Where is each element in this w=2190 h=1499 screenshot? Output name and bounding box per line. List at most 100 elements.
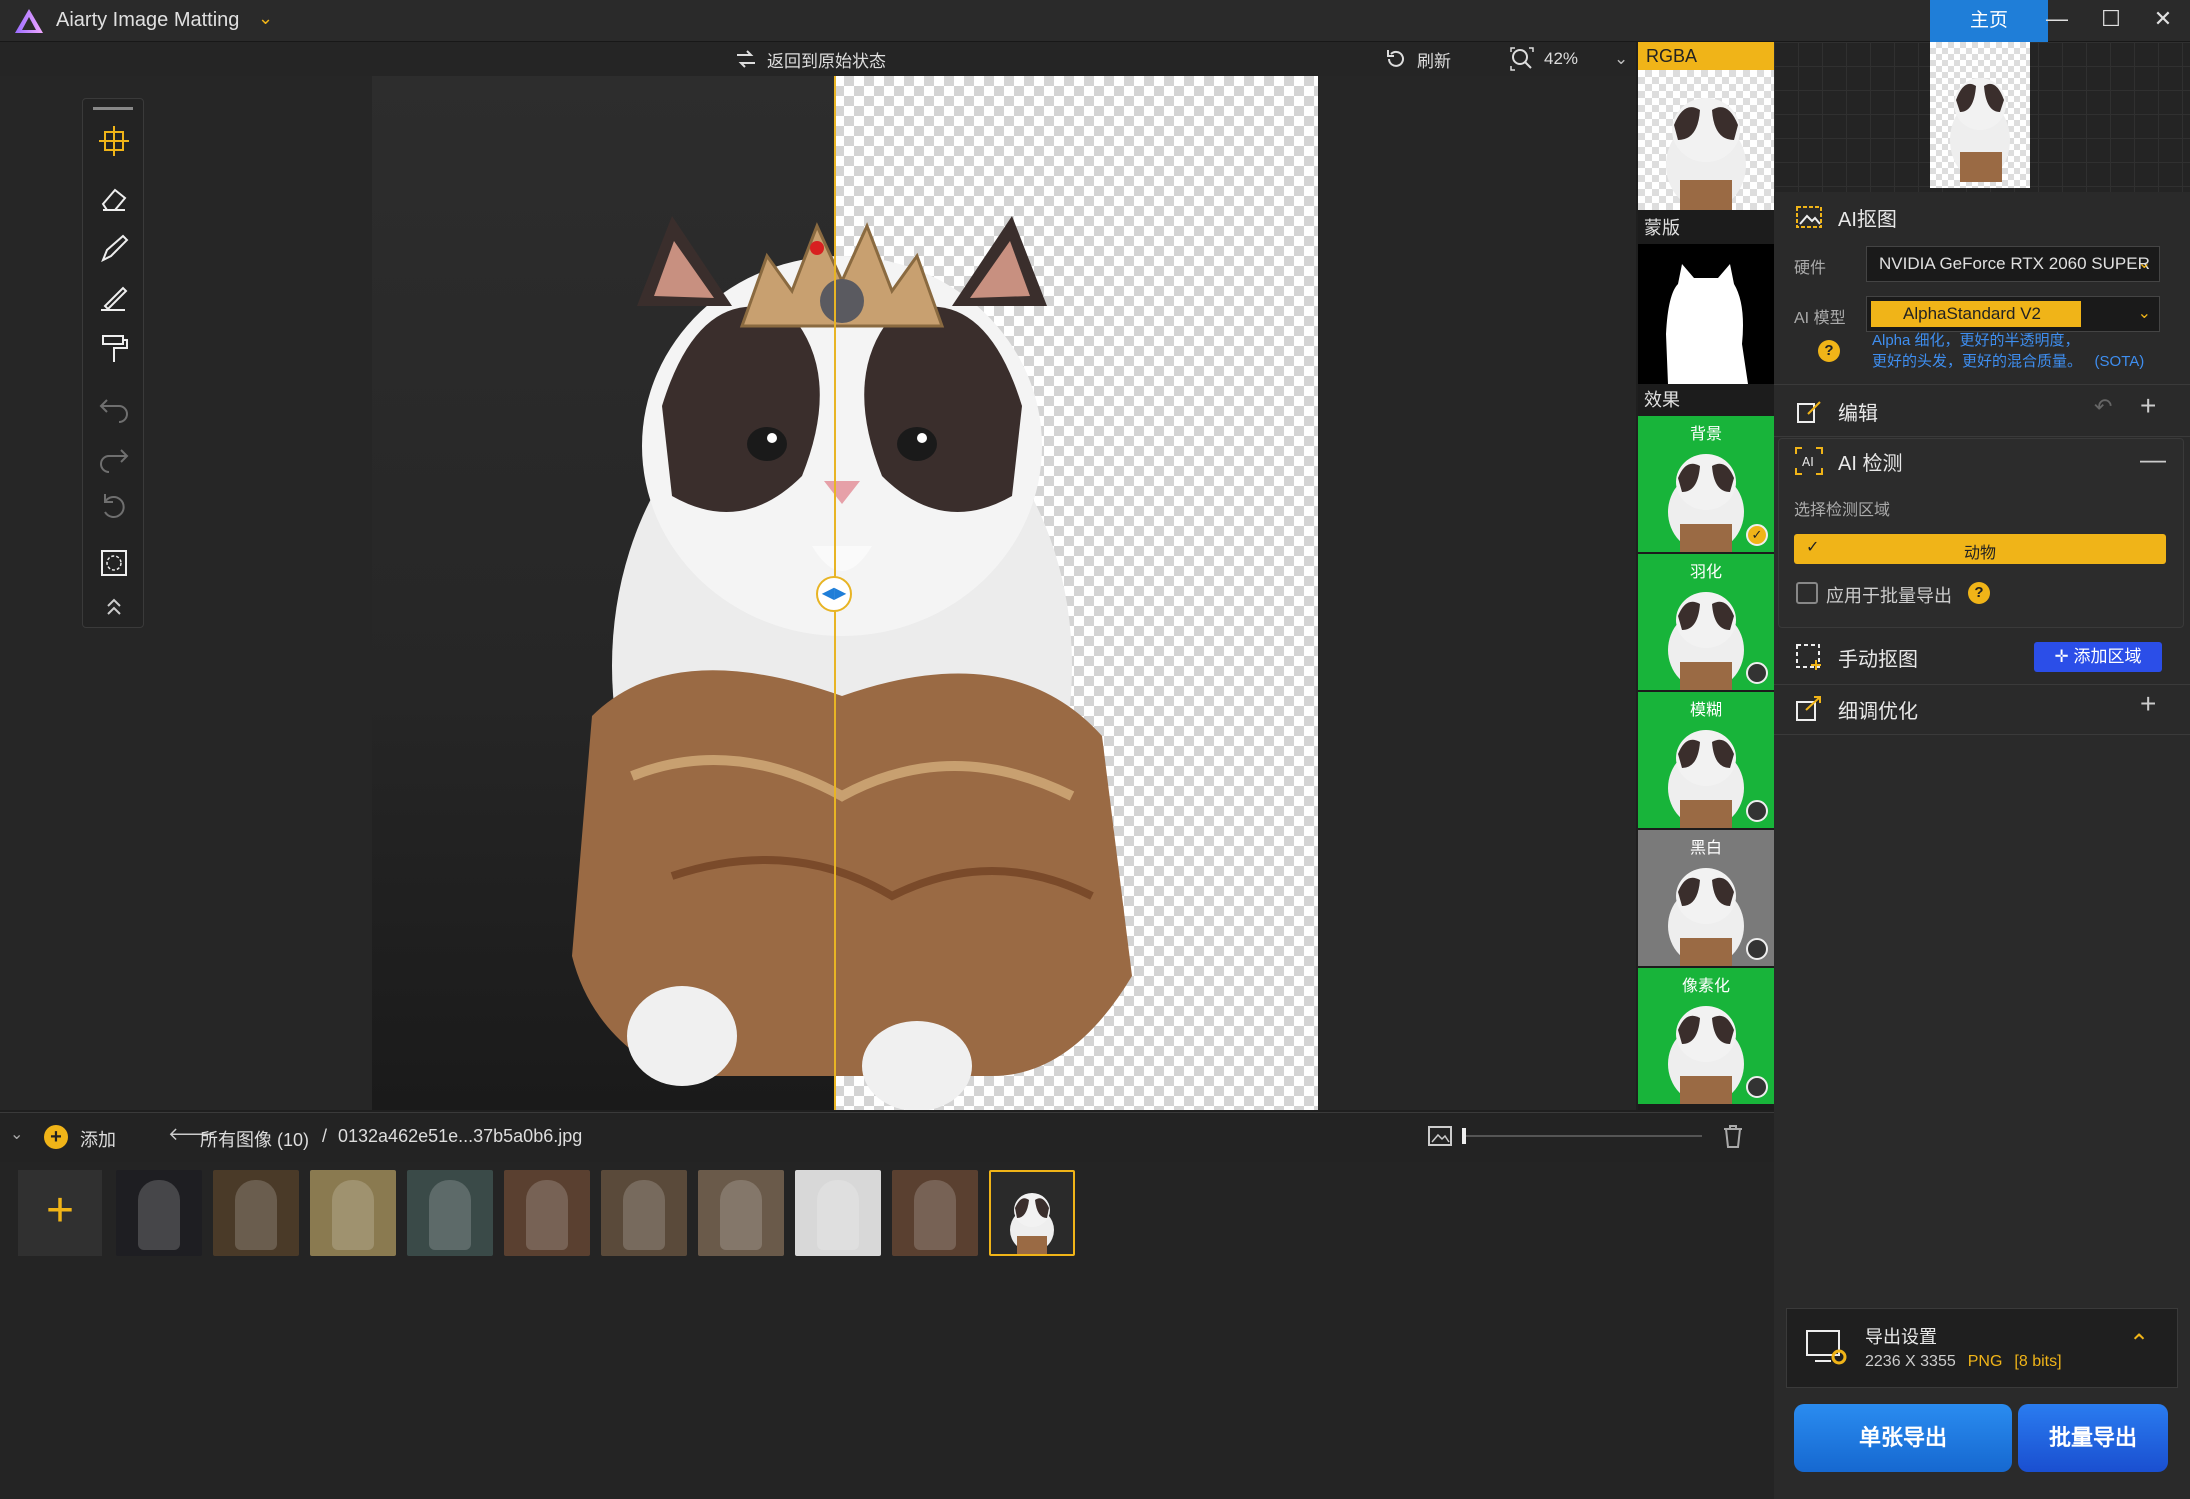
move-tool[interactable] xyxy=(83,119,145,163)
effect-thumb[interactable]: 黑白 xyxy=(1638,830,1774,966)
effect-check: ✓ xyxy=(1751,527,1763,542)
effect-select-badge[interactable] xyxy=(1746,800,1768,822)
film-thumb-woman-black[interactable] xyxy=(795,1170,881,1256)
rgba-label[interactable]: RGBA xyxy=(1638,42,1774,70)
effect-thumb[interactable]: 像素化 xyxy=(1638,968,1774,1104)
app-menu-chevron-icon[interactable]: ⌄ xyxy=(258,8,273,29)
add-region-button[interactable]: ✛ 添加区域 xyxy=(2034,642,2162,672)
compare-slider-handle[interactable]: ◀▶ xyxy=(816,576,852,612)
ai-matting-icon xyxy=(1796,206,1822,228)
rgba-preview-thumb[interactable] xyxy=(1638,70,1774,210)
effect-select-badge[interactable] xyxy=(1746,662,1768,684)
single-export-button[interactable]: 单张导出 xyxy=(1794,1404,2012,1472)
export-settings-panel[interactable]: 导出设置 2236 X 3355 PNG [8 bits] ⌃ xyxy=(1786,1308,2178,1388)
minimize-icon[interactable]: — xyxy=(2030,0,2084,40)
manual-matting-title: 手动抠图 xyxy=(1838,648,1918,671)
breadcrumb-separator: / xyxy=(322,1126,328,1146)
hardware-select[interactable]: NVIDIA GeForce RTX 2060 SUPER ⌄ xyxy=(1866,246,2160,282)
detect-region-select[interactable]: ✓ 动物 xyxy=(1794,534,2166,564)
thumb-subject xyxy=(429,1180,471,1250)
refresh-button[interactable]: 刷新 xyxy=(1385,46,1451,72)
thumbnail-size-slider-handle[interactable] xyxy=(1462,1128,1466,1144)
edit-header[interactable]: 编辑 xyxy=(1774,386,2190,436)
hardware-label: 硬件 xyxy=(1794,260,1827,277)
film-thumb-feathers[interactable] xyxy=(213,1170,299,1256)
ai-model-chevron-icon: ⌄ xyxy=(2137,305,2151,322)
thumb-subject xyxy=(235,1180,277,1250)
redo-tool[interactable] xyxy=(83,435,145,479)
swap-arrows-icon xyxy=(737,50,755,68)
effect-select-badge[interactable]: ✓ xyxy=(1746,524,1768,546)
batch-apply-checkbox[interactable] xyxy=(1796,582,1818,604)
move-icon xyxy=(99,126,129,156)
eraser-tool[interactable] xyxy=(83,177,145,221)
brush-tool[interactable] xyxy=(83,227,145,271)
add-image-label[interactable]: 添加 xyxy=(80,1126,116,1152)
thumb-subject xyxy=(526,1180,568,1250)
model-help-icon[interactable]: ? xyxy=(1818,340,1840,362)
film-thumb-cat-fireplace[interactable] xyxy=(892,1170,978,1256)
ai-detect-title: AI 检测 xyxy=(1838,452,1903,475)
close-icon[interactable]: ✕ xyxy=(2136,0,2190,40)
undo-tool[interactable] xyxy=(83,385,145,429)
filmstrip-collapse-icon[interactable]: ⌄ xyxy=(10,1124,23,1144)
ai-model-select[interactable]: AlphaStandard V2 ⌄ xyxy=(1866,296,2160,332)
film-thumb-jellyfish[interactable] xyxy=(116,1170,202,1256)
model-desc-line1: Alpha 细化，更好的半透明度， xyxy=(1872,332,2080,349)
thumb-subject xyxy=(720,1180,762,1250)
effect-thumb[interactable]: 模糊 xyxy=(1638,692,1774,828)
refine-brush-tool[interactable] xyxy=(83,277,145,321)
divider xyxy=(1774,734,2190,735)
maximize-icon[interactable]: ☐ xyxy=(2084,0,2138,40)
edit-undo-icon[interactable]: ↶ xyxy=(2094,394,2112,420)
zoom-control[interactable]: 42% ⌄ xyxy=(1510,46,1628,72)
palette-grip[interactable] xyxy=(93,107,133,110)
trash-icon[interactable] xyxy=(1722,1124,1744,1148)
ai-matting-header[interactable]: AI抠图 xyxy=(1774,192,2190,242)
hardware-chevron-icon: ⌄ xyxy=(2137,255,2151,272)
add-image-icon[interactable]: + xyxy=(44,1125,68,1149)
film-thumb-woman-red-dress[interactable] xyxy=(407,1170,493,1256)
refine-expand-icon[interactable]: + xyxy=(2140,688,2156,720)
film-thumb-woman-flowers[interactable] xyxy=(504,1170,590,1256)
reset-tool[interactable] xyxy=(83,485,145,529)
effect-thumb[interactable]: 羽化 xyxy=(1638,554,1774,690)
effect-select-badge[interactable] xyxy=(1746,938,1768,960)
ai-detect-header[interactable]: AI AI 检测 xyxy=(1774,436,2190,486)
effect-label: 羽化 xyxy=(1689,564,1722,581)
all-images-breadcrumb[interactable]: 所有图像 (10) xyxy=(200,1126,309,1152)
thumb-subject xyxy=(623,1180,665,1250)
reset-to-original-button[interactable]: 返回到原始状态 xyxy=(735,46,886,72)
model-desc-tag: (SOTA) xyxy=(2094,353,2145,370)
ai-detect-collapse-icon[interactable]: — xyxy=(2140,444,2166,475)
export-bits: [8 bits] xyxy=(2014,1353,2062,1370)
mask-preview-thumb[interactable] xyxy=(1638,244,1774,384)
ai-detect-icon: AI xyxy=(1795,447,1823,475)
refine-header[interactable]: 细调优化 xyxy=(1774,684,2190,734)
thumbnail-size-slider[interactable] xyxy=(1466,1135,1702,1137)
ai-matting-title: AI抠图 xyxy=(1838,208,1897,231)
film-thumb-bicycle[interactable] xyxy=(310,1170,396,1256)
film-thumb-woman-roses[interactable] xyxy=(698,1170,784,1256)
edit-expand-icon[interactable]: + xyxy=(2140,390,2156,422)
batch-help-icon[interactable]: ? xyxy=(1968,582,1990,604)
zoom-chevron-icon[interactable]: ⌄ xyxy=(1614,49,1628,69)
export-expand-icon[interactable]: ⌃ xyxy=(2129,1329,2149,1358)
effect-select-badge[interactable] xyxy=(1746,1076,1768,1098)
refresh-label: 刷新 xyxy=(1417,51,1451,71)
lasso-tool[interactable] xyxy=(83,541,145,585)
film-thumb-cat-crown[interactable] xyxy=(989,1170,1075,1256)
export-settings-summary: 2236 X 3355 PNG [8 bits] xyxy=(1865,1353,2062,1371)
tool-palette xyxy=(82,98,144,628)
effect-thumb[interactable]: 背景 ✓ xyxy=(1638,416,1774,552)
batch-export-button[interactable]: 批量导出 xyxy=(2018,1404,2168,1472)
navigator-thumbnail[interactable] xyxy=(1930,42,2030,188)
export-settings-icon xyxy=(1806,1330,1847,1365)
paint-roller-tool[interactable] xyxy=(83,327,145,371)
batch-apply-label: 应用于批量导出 xyxy=(1826,586,1952,606)
cat-thumbnail xyxy=(1666,98,1746,210)
collapse-palette-button[interactable] xyxy=(83,585,145,629)
thumb-subject xyxy=(332,1180,374,1250)
film-thumb-woman-lace[interactable] xyxy=(601,1170,687,1256)
filmstrip-add-button[interactable]: + xyxy=(18,1170,102,1256)
